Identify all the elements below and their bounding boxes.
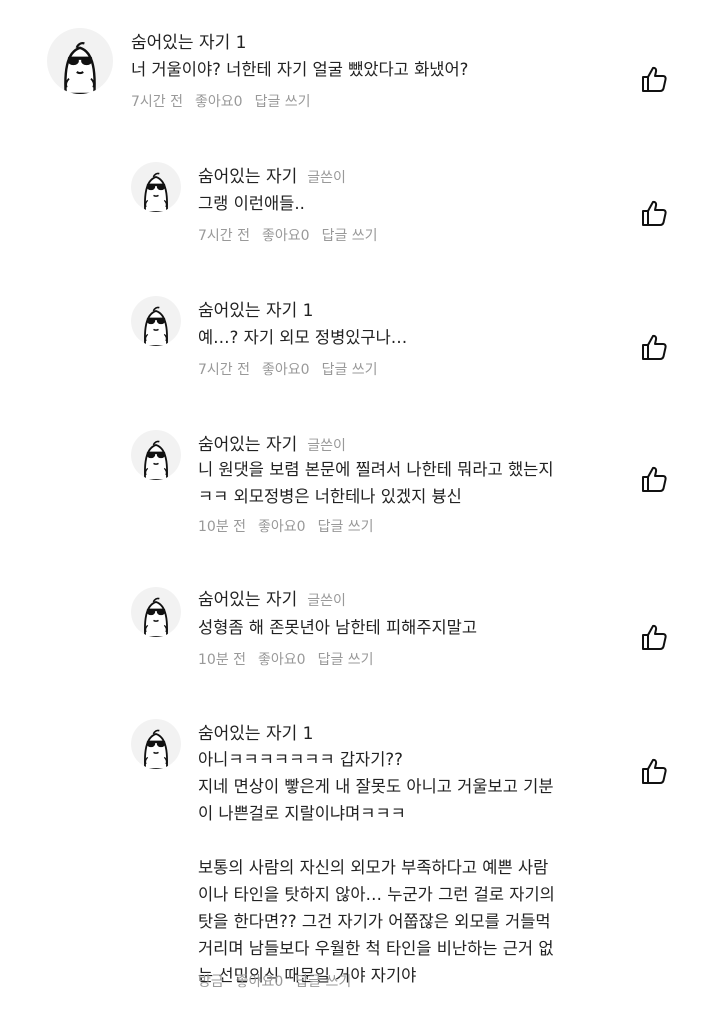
sunglasses-ghost-avatar-icon [144, 597, 168, 637]
thumbs-up-icon [642, 334, 667, 360]
comment-author[interactable]: 숨어있는 자기 [198, 430, 297, 455]
comment-line: ㅋㅋ 외모정병은 너한테나 있겠지 븅신 [198, 487, 462, 506]
comment-author[interactable]: 숨어있는 자기 [198, 585, 297, 610]
like-count[interactable]: 좋아요0 [258, 516, 306, 536]
like-button[interactable] [639, 464, 669, 494]
thumbs-up-icon [642, 200, 667, 226]
comment-body: 예…? 자기 외모 정병있구나… [198, 324, 618, 351]
reply-item: 숨어있는 자기 1 아니ㅋㅋㅋㅋㅋㅋㅋ 갑자기?? 지네 면상이 빻은게 내 잘못… [0, 707, 718, 1007]
thumbs-up-icon [642, 758, 667, 784]
comment-line: 성형좀 해 존못년아 남한테 피해주지말고 [198, 618, 478, 637]
comment-meta: 7시간 전 좋아요0 답글 쓰기 [198, 225, 378, 245]
like-count[interactable]: 좋아요0 [195, 91, 243, 111]
like-button[interactable] [639, 756, 669, 786]
reply-item: 숨어있는 자기 글쓴이 니 원댓을 보렴 본문에 찔려서 나한테 뭐라고 했는지… [0, 418, 718, 558]
comment-author[interactable]: 숨어있는 자기 [198, 162, 297, 187]
comment-meta: 방금 좋아요0 답글 쓰기 [198, 971, 351, 991]
comment-time: 10분 전 [198, 519, 247, 535]
writer-badge: 글쓴이 [307, 170, 346, 186]
reply-button[interactable]: 답글 쓰기 [255, 91, 311, 111]
reply-item: 숨어있는 자기 1 예…? 자기 외모 정병있구나… 7시간 전 좋아요0 답글… [0, 284, 718, 404]
comment-time: 방금 [198, 974, 224, 990]
like-count[interactable]: 좋아요0 [258, 649, 306, 669]
comment-line: 너 거울이야? 너한테 자기 얼굴 뺐았다고 화냈어? [131, 60, 469, 79]
avatar[interactable] [131, 719, 181, 769]
reply-button[interactable]: 답글 쓰기 [295, 971, 351, 991]
like-button[interactable] [639, 332, 669, 362]
thumbs-up-icon [642, 466, 667, 492]
sunglasses-ghost-avatar-icon [144, 172, 168, 212]
thumbs-up-icon [642, 66, 667, 92]
like-button[interactable] [639, 198, 669, 228]
avatar[interactable] [131, 430, 181, 480]
avatar[interactable] [131, 162, 181, 212]
like-count[interactable]: 좋아요0 [236, 971, 284, 991]
comment-time: 10분 전 [198, 652, 247, 668]
comment-body: 아니ㅋㅋㅋㅋㅋㅋㅋ 갑자기?? 지네 면상이 빻은게 내 잘못도 아니고 거울보고… [198, 746, 628, 989]
like-count[interactable]: 좋아요0 [262, 359, 310, 379]
comment-body: 니 원댓을 보렴 본문에 찔려서 나한테 뭐라고 했는지 ㅋㅋ 외모정병은 너한테… [198, 456, 628, 510]
like-button[interactable] [639, 64, 669, 94]
comment-body: 성형좀 해 존못년아 남한테 피해주지말고 [198, 614, 628, 641]
comment-author[interactable]: 숨어있는 자기 1 [198, 719, 313, 744]
comment-body: 너 거울이야? 너한테 자기 얼굴 뺐았다고 화냈어? [131, 56, 611, 83]
comment-line: 니 원댓을 보렴 본문에 찔려서 나한테 뭐라고 했는지 [198, 460, 554, 479]
comment-line [198, 827, 628, 854]
comment-line: 보통의 사람의 자신의 외모가 부족하다고 예쁜 사람 [198, 858, 549, 877]
like-button[interactable] [639, 622, 669, 652]
sunglasses-ghost-avatar-icon [144, 306, 168, 346]
sunglasses-ghost-avatar-icon [144, 729, 168, 769]
avatar[interactable] [131, 296, 181, 346]
reply-button[interactable]: 답글 쓰기 [318, 649, 374, 669]
comment-line: 이나 타인을 탓하지 않아… 누군가 그런 걸로 자기의 [198, 885, 555, 904]
reply-button[interactable]: 답글 쓰기 [322, 359, 378, 379]
comment-line: 이 나쁜걸로 지랄이냐며ㅋㅋㅋ [198, 804, 406, 823]
avatar[interactable] [131, 587, 181, 637]
writer-badge: 글쓴이 [307, 438, 346, 454]
comment-time: 7시간 전 [198, 228, 250, 244]
reply-button[interactable]: 답글 쓰기 [322, 225, 378, 245]
reply-item: 숨어있는 자기 글쓴이 성형좀 해 존못년아 남한테 피해주지말고 10분 전 … [0, 575, 718, 695]
reply-item: 숨어있는 자기 글쓴이 그랭 이런애들.. 7시간 전 좋아요0 답글 쓰기 [0, 150, 718, 270]
comment-meta: 7시간 전 좋아요0 답글 쓰기 [131, 91, 311, 111]
comment-time: 7시간 전 [198, 362, 250, 378]
comment-meta: 10분 전 좋아요0 답글 쓰기 [198, 649, 374, 669]
reply-button[interactable]: 답글 쓰기 [318, 516, 374, 536]
sunglasses-ghost-avatar-icon [144, 440, 168, 480]
comment-line: 예…? 자기 외모 정병있구나… [198, 328, 408, 347]
writer-badge: 글쓴이 [307, 593, 346, 609]
comment-author[interactable]: 숨어있는 자기 1 [198, 296, 313, 321]
comment-time: 7시간 전 [131, 94, 183, 110]
like-count[interactable]: 좋아요0 [262, 225, 310, 245]
comment-body: 그랭 이런애들.. [198, 190, 618, 217]
comment-meta: 7시간 전 좋아요0 답글 쓰기 [198, 359, 378, 379]
sunglasses-ghost-avatar-icon [64, 42, 96, 94]
comment-line: 지네 면상이 빻은게 내 잘못도 아니고 거울보고 기분 [198, 777, 554, 796]
comment-item: 숨어있는 자기 1 너 거울이야? 너한테 자기 얼굴 뺐았다고 화냈어? 7시… [0, 0, 718, 130]
comment-line: 탓을 한다면?? 그건 자기가 어쭙잖은 외모를 거들먹 [198, 912, 551, 931]
comment-author[interactable]: 숨어있는 자기 1 [131, 28, 246, 53]
comment-line: 아니ㅋㅋㅋㅋㅋㅋㅋ 갑자기?? [198, 750, 403, 769]
comment-meta: 10분 전 좋아요0 답글 쓰기 [198, 516, 374, 536]
comment-line: 거리며 남들보다 우월한 척 타인을 비난하는 근거 없 [198, 939, 554, 958]
avatar[interactable] [47, 28, 113, 94]
comment-line: 그랭 이런애들.. [198, 194, 305, 213]
thumbs-up-icon [642, 624, 667, 650]
